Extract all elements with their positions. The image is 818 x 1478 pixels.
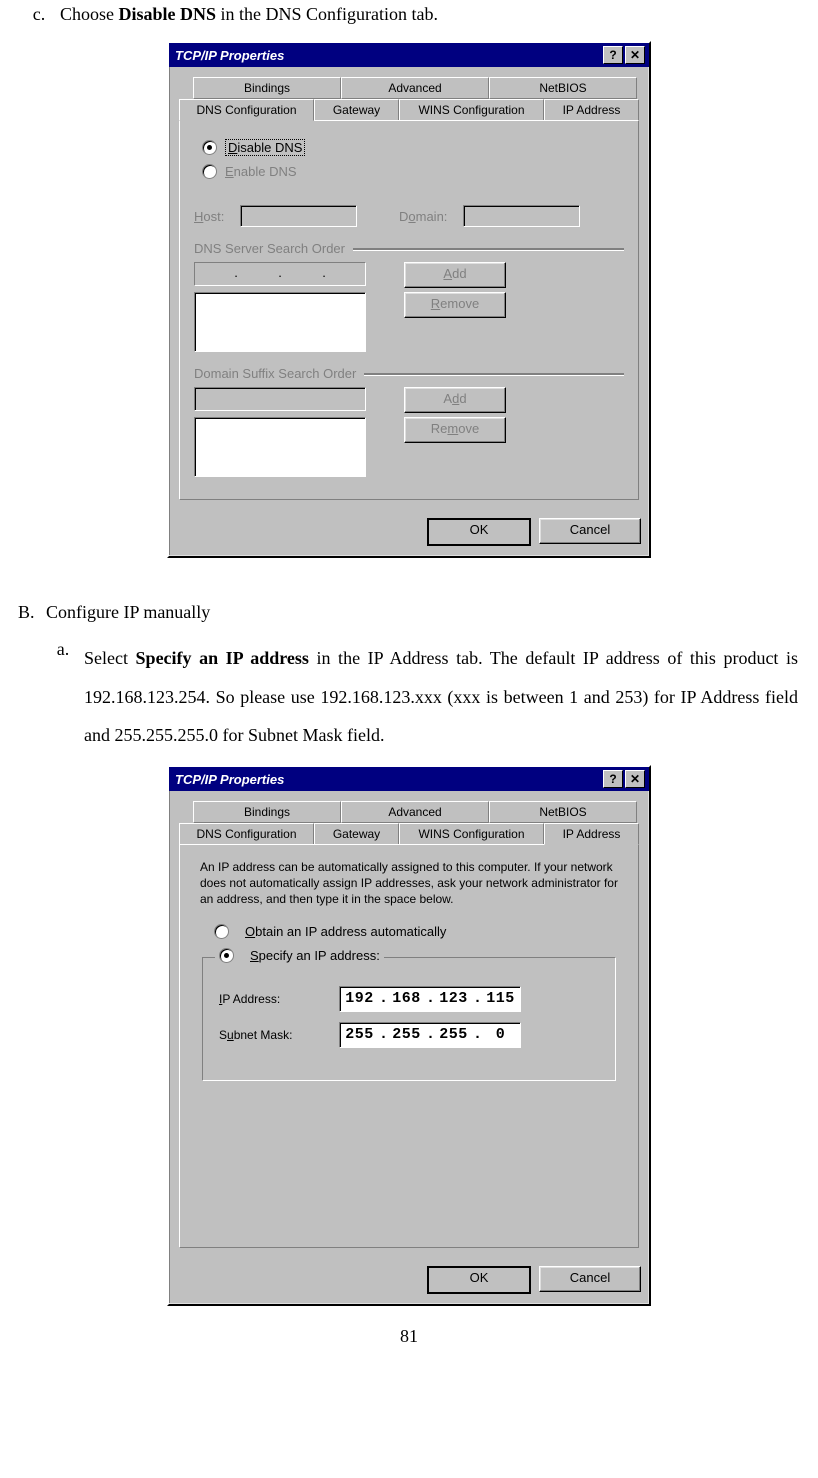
radio-specify-ip[interactable] — [219, 948, 234, 963]
domain-input[interactable] — [463, 205, 580, 227]
tab2-gateway[interactable]: Gateway — [314, 823, 399, 845]
dns-order-group-label: DNS Server Search Order — [194, 241, 624, 256]
ok-button-2[interactable]: OK — [427, 1266, 531, 1294]
ip-description: An IP address can be automatically assig… — [194, 859, 624, 918]
ip-address-label: IP Address: — [219, 992, 339, 1006]
host-label: Host: — [194, 209, 234, 224]
specify-group: Specify an IP address: IP Address: 192. … — [202, 957, 616, 1081]
close-button-2[interactable]: ✕ — [625, 770, 645, 788]
radio-specify-ip-label: Specify an IP address: — [250, 948, 380, 963]
section-B-text: Configure IP manually — [46, 602, 210, 623]
help-button-2[interactable]: ? — [603, 770, 623, 788]
dns-remove-button[interactable]: Remove — [404, 292, 506, 318]
help-button[interactable]: ? — [603, 46, 623, 64]
cancel-button-2[interactable]: Cancel — [539, 1266, 641, 1292]
step-c-marker: c. — [18, 4, 60, 25]
step-a-marker: a. — [42, 639, 84, 755]
tab-bindings[interactable]: Bindings — [193, 77, 341, 99]
title-text: TCP/IP Properties — [173, 48, 601, 63]
tab2-bindings[interactable]: Bindings — [193, 801, 341, 823]
ip-address-input[interactable]: 192. 168. 123. 115 — [339, 986, 521, 1012]
cancel-button[interactable]: Cancel — [539, 518, 641, 544]
dns-listbox[interactable] — [194, 292, 366, 352]
tcpip-dns-dialog: TCP/IP Properties ? ✕ Bindings Advanced … — [167, 41, 651, 558]
dns-add-button[interactable]: Add — [404, 262, 506, 288]
suffix-input[interactable] — [194, 387, 366, 411]
tab-dns-configuration[interactable]: DNS Configuration — [179, 99, 314, 121]
tab-netbios[interactable]: NetBIOS — [489, 77, 637, 99]
radio-enable-dns[interactable] — [202, 164, 217, 179]
tcpip-ipaddress-dialog: TCP/IP Properties ? ✕ Bindings Advanced … — [167, 765, 651, 1306]
host-input[interactable] — [240, 205, 357, 227]
radio-obtain-auto[interactable] — [214, 924, 229, 939]
tab-ip-address[interactable]: IP Address — [544, 99, 639, 121]
dns-tab-panel: Disable DNS Enable DNS Host: Domain: DNS… — [179, 120, 639, 500]
radio-disable-dns[interactable] — [202, 140, 217, 155]
domain-label: Domain: — [399, 209, 457, 224]
step-a: a. Select Specify an IP address in the I… — [42, 639, 800, 755]
close-button[interactable]: ✕ — [625, 46, 645, 64]
suffix-remove-button[interactable]: Remove — [404, 417, 506, 443]
ip-tab-panel: An IP address can be automatically assig… — [179, 844, 639, 1248]
section-B: B. Configure IP manually — [18, 602, 800, 623]
suffix-group-label: Domain Suffix Search Order — [194, 366, 624, 381]
radio-obtain-auto-label: Obtain an IP address automatically — [245, 924, 446, 939]
step-c-text: Choose Disable DNS in the DNS Configurat… — [60, 4, 800, 25]
section-B-marker: B. — [18, 602, 46, 623]
tab2-dns-configuration[interactable]: DNS Configuration — [179, 823, 314, 845]
radio-enable-dns-label: Enable DNS — [225, 164, 297, 179]
radio-disable-dns-label: Disable DNS — [225, 139, 305, 156]
subnet-mask-label: Subnet Mask: — [219, 1028, 339, 1042]
page-number: 81 — [18, 1326, 800, 1347]
ok-button[interactable]: OK — [427, 518, 531, 546]
tab-advanced[interactable]: Advanced — [341, 77, 489, 99]
step-a-body: Select Specify an IP address in the IP A… — [84, 639, 800, 755]
tab2-advanced[interactable]: Advanced — [341, 801, 489, 823]
step-c: c. Choose Disable DNS in the DNS Configu… — [18, 4, 800, 25]
titlebar-2: TCP/IP Properties ? ✕ — [169, 767, 649, 791]
host-domain-row: Host: Domain: — [194, 205, 624, 227]
suffix-listbox[interactable] — [194, 417, 366, 477]
tab2-wins-configuration[interactable]: WINS Configuration — [399, 823, 544, 845]
subnet-mask-input[interactable]: 255. 255. 255. 0 — [339, 1022, 521, 1048]
dns-ip-input[interactable]: ... — [194, 262, 366, 286]
titlebar: TCP/IP Properties ? ✕ — [169, 43, 649, 67]
tab2-ip-address[interactable]: IP Address — [544, 823, 639, 845]
suffix-add-button[interactable]: Add — [404, 387, 506, 413]
tab2-netbios[interactable]: NetBIOS — [489, 801, 637, 823]
title-text-2: TCP/IP Properties — [173, 772, 601, 787]
tab-wins-configuration[interactable]: WINS Configuration — [399, 99, 544, 121]
tab-gateway[interactable]: Gateway — [314, 99, 399, 121]
